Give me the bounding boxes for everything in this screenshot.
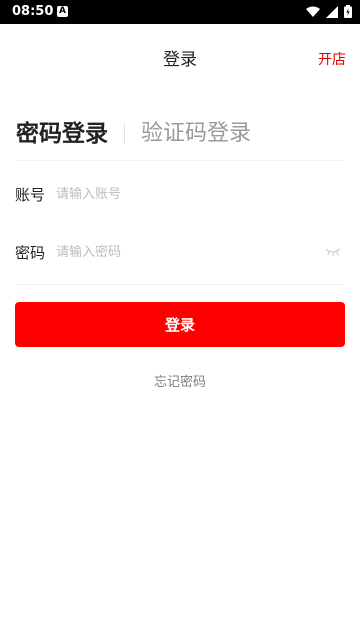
wifi-icon	[306, 3, 320, 22]
account-label: 账号	[15, 185, 46, 204]
account-input[interactable]	[56, 186, 345, 202]
divider	[16, 284, 344, 285]
password-label: 密码	[15, 243, 46, 262]
login-mode-tabs: 密码登录 验证码登录	[16, 118, 251, 150]
eye-closed-icon[interactable]	[321, 244, 345, 260]
login-button[interactable]: 登录	[15, 302, 345, 347]
app-header: 登录 开店	[0, 24, 360, 96]
forgot-password-link[interactable]: 忘记密码	[0, 371, 360, 390]
page-title: 登录	[163, 50, 197, 70]
password-row: 密码	[15, 232, 345, 272]
status-time: 08:50	[12, 4, 54, 19]
account-row: 账号	[15, 174, 345, 214]
password-input[interactable]	[56, 244, 321, 260]
tab-password-login[interactable]: 密码登录	[16, 118, 108, 150]
open-store-link[interactable]: 开店	[318, 52, 346, 68]
notification-a-icon: A	[57, 6, 68, 17]
divider	[16, 160, 344, 161]
signal-icon	[326, 3, 338, 22]
status-icons	[306, 3, 352, 22]
status-bar: 08:50 A	[0, 0, 360, 24]
battery-icon	[344, 3, 352, 22]
tab-divider	[124, 124, 125, 144]
login-button-label: 登录	[164, 316, 195, 334]
tab-sms-code-login[interactable]: 验证码登录	[141, 118, 251, 150]
